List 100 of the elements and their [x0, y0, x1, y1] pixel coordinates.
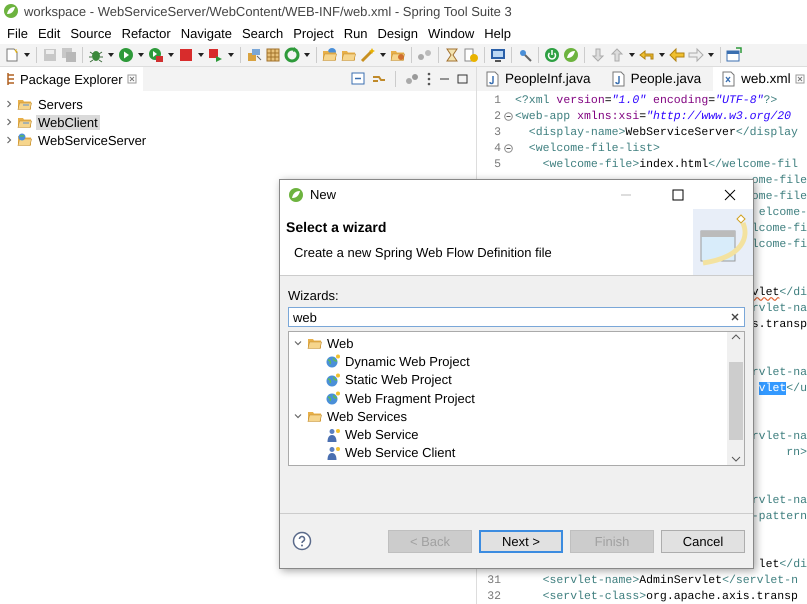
- figure-icon: [325, 444, 341, 461]
- grid-icon[interactable]: [265, 47, 281, 63]
- menu-item[interactable]: Design: [372, 26, 424, 40]
- chevron-icon[interactable]: [4, 135, 14, 145]
- editor-tab[interactable]: web.xml: [713, 67, 807, 91]
- code-line: rn>: [786, 446, 807, 460]
- code-line: <?xml version="1.0" encoding="UTF-8"?>: [515, 94, 778, 108]
- code-line: <web-app xmlns:xsi="http://www.w3.org/20: [515, 110, 792, 124]
- filter-field[interactable]: web: [288, 307, 745, 327]
- tree-item[interactable]: Web: [327, 336, 354, 351]
- tree-item[interactable]: Web Services: [327, 408, 407, 424]
- line-number: 32: [486, 590, 501, 604]
- code-line: <servlet-name>AdminServlet</servlet-n: [542, 574, 798, 588]
- dialog-button[interactable]: Next >: [479, 530, 563, 552]
- code-line: rvlet-na: [752, 494, 807, 508]
- project-folder-icon: [17, 132, 33, 148]
- help-icon[interactable]: [292, 531, 312, 551]
- collapse-icon[interactable]: [351, 71, 365, 87]
- line-number: 4: [493, 142, 501, 156]
- clear-icon[interactable]: [730, 312, 740, 322]
- menu-item[interactable]: Search: [237, 26, 288, 40]
- disks-icon: [61, 47, 77, 63]
- tree-item[interactable]: Servers: [36, 96, 85, 112]
- menu-item[interactable]: Edit: [32, 26, 66, 40]
- stop-icon[interactable]: [178, 47, 194, 63]
- menu-item[interactable]: Run: [338, 26, 373, 40]
- code-line: <display-name>WebServiceServer</display: [528, 126, 798, 140]
- leaf-icon: [288, 186, 304, 202]
- code-line: <welcome-file-list>: [528, 142, 660, 156]
- menu-item[interactable]: Navigate: [176, 26, 238, 40]
- page-gear-icon[interactable]: [463, 47, 479, 63]
- tree-item[interactable]: Web Service: [345, 427, 418, 442]
- leaf-icon[interactable]: [563, 47, 579, 63]
- code-line: <welcome-file>index.html</welcome-fil: [542, 158, 798, 172]
- tree-item[interactable]: WebClient: [36, 114, 100, 130]
- folder-icon[interactable]: [322, 47, 338, 63]
- java-file-icon: [485, 70, 501, 87]
- tree-item[interactable]: Dynamic Web Project: [345, 354, 470, 369]
- line-number: 3: [493, 126, 501, 140]
- field-label: Wizards:: [288, 288, 340, 303]
- nodes-icon: [417, 47, 433, 63]
- maximize-icon[interactable]: [456, 73, 468, 85]
- code-line: vlet</u: [758, 382, 807, 396]
- line-number: 1: [493, 94, 501, 108]
- tree-item[interactable]: Static Web Project: [345, 372, 452, 388]
- code-line: rvlet-na: [752, 366, 807, 380]
- tree-item[interactable]: Web Fragment Project: [345, 390, 475, 406]
- code-line: -pattern: [752, 510, 807, 524]
- close-icon[interactable]: [724, 188, 736, 200]
- wizard-heading: Select a wizard: [286, 219, 388, 235]
- menu-icon[interactable]: [426, 71, 432, 87]
- power-icon[interactable]: [544, 47, 560, 63]
- fold-icon[interactable]: [504, 112, 512, 122]
- pin-icon[interactable]: [517, 47, 533, 63]
- package-icon[interactable]: [246, 47, 262, 63]
- code-line: s.transp: [752, 318, 807, 332]
- editor-tab[interactable]: PeopleInf.java: [477, 67, 603, 91]
- down-arrow-icon: [590, 47, 606, 63]
- code-line: let</di: [758, 558, 807, 572]
- menu-item[interactable]: File: [2, 26, 33, 40]
- menu-item[interactable]: Source: [65, 26, 117, 40]
- maximize-icon[interactable]: [672, 188, 684, 200]
- globe-icon: [325, 390, 341, 406]
- play-toolbox-icon[interactable]: [148, 47, 164, 63]
- nodes-icon[interactable]: [404, 71, 420, 87]
- up-arrow-icon: [609, 47, 625, 63]
- menu-item[interactable]: Help: [479, 26, 516, 40]
- fold-icon[interactable]: [504, 144, 512, 154]
- wizard-description: Create a new Spring Web Flow Definition file: [293, 245, 553, 260]
- tree-item[interactable]: Web Service Client: [345, 445, 456, 460]
- play-icon[interactable]: [118, 47, 134, 63]
- editor-tab[interactable]: People.java: [602, 67, 714, 91]
- code-line: rvlet-na: [752, 302, 807, 316]
- code-line: <servlet-class>org.apache.axis.transp: [542, 590, 798, 604]
- code-line: rvlet-na: [752, 430, 807, 444]
- chevron-icon[interactable]: [4, 99, 14, 109]
- menu-item[interactable]: Window: [423, 26, 480, 40]
- window-title: workspace - WebServiceServer/WebContent/WEB-INF/web.xml - Spring Tool Suite 3: [24, 4, 512, 18]
- monitor-icon[interactable]: [490, 47, 506, 63]
- dialog-title: New: [310, 187, 336, 202]
- java-file-icon: [610, 70, 627, 87]
- leaf-icon: [3, 3, 19, 19]
- chevron-icon[interactable]: [4, 117, 14, 127]
- hourglass-icon[interactable]: [444, 47, 460, 63]
- tree-item[interactable]: WebServiceServer: [36, 132, 148, 148]
- xml-file-icon: [721, 70, 738, 87]
- square-arrow-icon[interactable]: [208, 47, 224, 63]
- menu-item[interactable]: Project: [288, 26, 339, 40]
- scrollbar[interactable]: [727, 332, 744, 465]
- dialog-button[interactable]: Cancel: [661, 530, 745, 552]
- globe-icon: [325, 372, 341, 388]
- code-line: lcome-fi: [752, 222, 807, 236]
- right-arrow-icon: [688, 47, 704, 63]
- window-arrow-icon[interactable]: [726, 47, 742, 63]
- page-icon[interactable]: [4, 47, 20, 63]
- line-number: 2: [493, 110, 501, 124]
- code-line: lcome-fi: [752, 238, 807, 252]
- line-number: 31: [486, 574, 501, 588]
- menu-item[interactable]: Refactor: [116, 26, 176, 40]
- globe-icon: [325, 353, 341, 370]
